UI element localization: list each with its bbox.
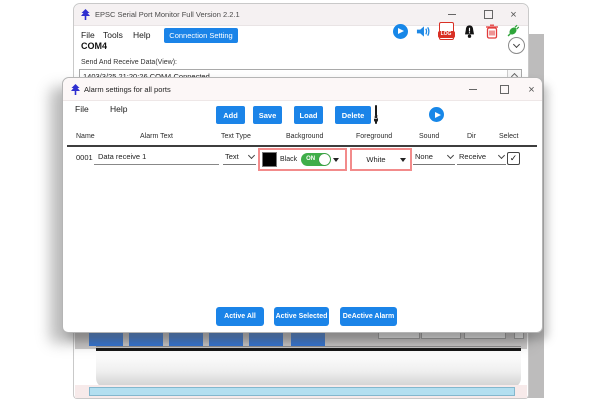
play-icon[interactable] — [392, 23, 408, 39]
background-group: Black ON — [258, 148, 347, 171]
load-button[interactable]: Load — [294, 106, 323, 124]
save-button[interactable]: Save — [253, 106, 282, 124]
active-all-button[interactable]: Active All — [216, 307, 264, 326]
menu-help[interactable]: Help — [133, 30, 150, 40]
send-input-bar[interactable] — [89, 387, 515, 396]
play-icon[interactable] — [429, 107, 444, 122]
main-window-title: EPSC Serial Port Monitor Full Version 2.… — [95, 10, 240, 19]
bottom-button[interactable] — [169, 333, 203, 346]
alarm-settings-dialog: Alarm settings for all ports × File Help… — [62, 77, 543, 333]
menu-file[interactable]: File — [81, 30, 95, 40]
dialog-close-button[interactable]: × — [524, 82, 539, 97]
chevron-down-icon — [400, 158, 406, 162]
col-header-name: Name — [76, 133, 95, 140]
speaker-icon[interactable] — [415, 23, 431, 39]
delete-button[interactable]: Delete — [335, 106, 371, 124]
col-header-dir: Dir — [467, 133, 476, 140]
col-header-select: Select — [499, 133, 518, 140]
panel-divider — [96, 346, 521, 347]
close-button[interactable]: × — [506, 7, 521, 22]
minimize-button[interactable] — [444, 7, 459, 22]
bottom-button[interactable] — [291, 333, 325, 346]
col-header-foreground: Foreground — [356, 133, 392, 140]
log-file-icon[interactable]: LOG — [438, 23, 454, 39]
dialog-menu-help[interactable]: Help — [110, 104, 127, 114]
sound-value: None — [415, 152, 433, 161]
app-tree-icon — [80, 9, 91, 20]
trash-icon[interactable] — [484, 23, 500, 39]
log-file-icon[interactable]: LOG — [375, 106, 377, 124]
text-type-dropdown[interactable]: Text — [223, 149, 256, 165]
dir-dropdown[interactable]: Receive — [457, 149, 506, 165]
alarm-bell-icon[interactable] — [461, 23, 477, 39]
bottom-button[interactable] — [129, 333, 163, 346]
add-button[interactable]: Add — [216, 106, 245, 124]
bottom-button[interactable] — [209, 333, 243, 346]
dialog-title: Alarm settings for all ports — [84, 85, 171, 94]
data-panel — [96, 348, 521, 388]
active-selected-button[interactable]: Active Selected — [274, 307, 329, 326]
view-section-label: Send And Receive Data(View): — [81, 59, 177, 66]
foreground-dropdown[interactable]: White — [350, 148, 412, 171]
background-toggle[interactable]: ON — [301, 153, 331, 166]
deactive-alarm-button[interactable]: DeActive Alarm — [340, 307, 397, 326]
dialog-titlebar[interactable]: Alarm settings for all ports × — [63, 78, 542, 101]
alarm-text-input[interactable] — [94, 148, 219, 165]
col-header-background: Background — [286, 133, 323, 140]
dialog-minimize-button[interactable] — [465, 82, 480, 97]
foreground-value: White — [352, 155, 400, 164]
col-header-alarm-text: Alarm Text — [140, 133, 173, 140]
toggle-knob[interactable] — [319, 154, 330, 165]
dialog-menu-file[interactable]: File — [75, 104, 89, 114]
connection-setting-button[interactable]: Connection Setting — [164, 28, 238, 43]
background-color-name: Black — [280, 156, 297, 163]
row-name: 0001 — [76, 153, 93, 162]
screen: EPSC Serial Port Monitor Full Version 2.… — [0, 0, 600, 400]
menu-tools[interactable]: Tools — [103, 30, 123, 40]
main-titlebar[interactable]: EPSC Serial Port Monitor Full Version 2.… — [74, 4, 528, 26]
sound-dropdown[interactable]: None — [413, 149, 455, 165]
port-label: COM4 — [81, 41, 107, 51]
col-header-sound: Sound — [419, 133, 439, 140]
toggle-on-label: ON — [306, 156, 315, 162]
background-swatch[interactable] — [262, 152, 277, 167]
col-header-text-type: Text Type — [221, 133, 251, 140]
maximize-button[interactable] — [481, 7, 496, 22]
bottom-button[interactable] — [89, 333, 123, 346]
dialog-maximize-button[interactable] — [497, 82, 512, 97]
dir-value: Receive — [459, 152, 486, 161]
select-checkbox[interactable]: ✓ — [507, 152, 520, 165]
bottom-button[interactable] — [249, 333, 283, 346]
app-tree-icon — [70, 84, 81, 95]
expander-chevron-icon[interactable] — [508, 37, 525, 54]
header-rule — [67, 145, 537, 147]
toggle-dropdown-icon[interactable] — [333, 158, 339, 162]
text-type-value: Text — [225, 152, 239, 161]
